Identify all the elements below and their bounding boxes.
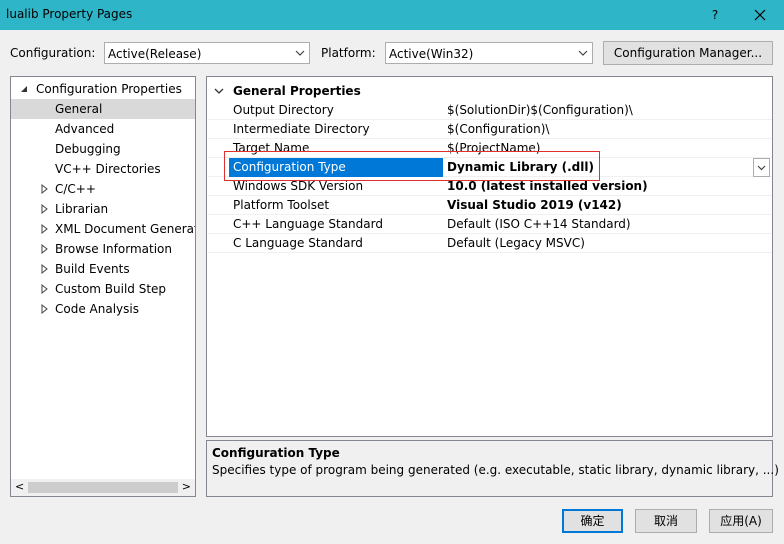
property-name: Output Directory: [233, 103, 334, 117]
collapsed-triangle-icon[interactable]: [39, 184, 49, 194]
tree-item[interactable]: C/C++: [11, 179, 195, 199]
tree-item[interactable]: Code Analysis: [11, 299, 195, 319]
cancel-button[interactable]: 取消: [635, 509, 697, 533]
chevron-down-icon: [295, 50, 305, 56]
tree-root-label: Configuration Properties: [36, 82, 182, 96]
tree-item-label: Librarian: [55, 202, 109, 216]
tree-root-configuration-properties[interactable]: Configuration Properties: [11, 79, 195, 99]
tree-item-label: XML Document Generat: [55, 222, 196, 236]
description-title: Configuration Type: [212, 446, 340, 460]
tree-item-label: Custom Build Step: [55, 282, 167, 296]
property-value: $(Configuration)\: [447, 122, 550, 136]
property-value[interactable]: Dynamic Library (.dll): [447, 160, 594, 174]
platform-combo[interactable]: Active(Win32): [385, 42, 593, 64]
chevron-down-icon: [578, 50, 588, 56]
property-name: Windows SDK Version: [233, 179, 364, 193]
section-general-properties[interactable]: General Properties: [208, 81, 772, 101]
tree-item-label: Browse Information: [55, 242, 172, 256]
tree-item-label: VC++ Directories: [55, 162, 161, 176]
property-row[interactable]: Windows SDK Version 10.0 (latest installe…: [208, 177, 772, 196]
collapsed-triangle-icon[interactable]: [39, 224, 49, 234]
configuration-manager-button[interactable]: Configuration Manager...: [603, 41, 773, 65]
tree-item-label: Advanced: [55, 122, 115, 136]
property-value: Default (Legacy MSVC): [447, 236, 585, 250]
property-row[interactable]: Intermediate Directory $(Configuration)\: [208, 120, 772, 139]
tree-item-label: Build Events: [55, 262, 130, 276]
description-panel: Configuration Type Specifies type of pro…: [206, 440, 779, 497]
property-row[interactable]: Target Name $(ProjectName): [208, 139, 772, 158]
property-grid[interactable]: General Properties Output Directory $(Sol…: [206, 76, 773, 437]
tree-item-label: Debugging: [55, 142, 121, 156]
apply-button[interactable]: 应用(A): [709, 509, 773, 533]
title-bar: lualib Property Pages ?: [0, 0, 784, 30]
property-value: $(SolutionDir)$(Configuration)\: [447, 103, 633, 117]
collapsed-triangle-icon[interactable]: [39, 204, 49, 214]
property-row[interactable]: C++ Language Standard Default (ISO C++14 …: [208, 215, 772, 234]
tree-item[interactable]: Build Events: [11, 259, 195, 279]
close-button[interactable]: [740, 0, 780, 30]
platform-label: Platform:: [321, 46, 376, 60]
tree-item[interactable]: Browse Information: [11, 239, 195, 259]
tree-item-label: Code Analysis: [55, 302, 139, 316]
property-name: C Language Standard: [233, 236, 363, 250]
property-name: C++ Language Standard: [233, 217, 383, 231]
configuration-value: Active(Release): [108, 47, 202, 61]
collapsed-triangle-icon[interactable]: [39, 264, 49, 274]
tree-item[interactable]: Advanced: [11, 119, 195, 139]
value-dropdown-button[interactable]: [753, 158, 770, 177]
expanded-triangle-icon: [21, 86, 27, 92]
property-value: 10.0 (latest installed version): [447, 179, 648, 193]
property-tree[interactable]: Configuration Properties General Advanced…: [10, 76, 196, 497]
collapsed-triangle-icon[interactable]: [39, 284, 49, 294]
scroll-left-arrow[interactable]: <: [15, 480, 24, 493]
property-value: Default (ISO C++14 Standard): [447, 217, 631, 231]
tree-horizontal-scrollbar[interactable]: < >: [11, 479, 195, 496]
tree-item-label: General: [55, 102, 103, 116]
property-row[interactable]: C Language Standard Default (Legacy MSVC): [208, 234, 772, 253]
scroll-right-arrow[interactable]: >: [182, 480, 191, 493]
chevron-down-icon: [214, 88, 224, 94]
property-row[interactable]: Output Directory $(SolutionDir)$(Configur…: [208, 101, 772, 120]
property-name: Intermediate Directory: [233, 122, 370, 136]
property-name: Configuration Type: [233, 160, 346, 174]
tree-item[interactable]: Custom Build Step: [11, 279, 195, 299]
section-label: General Properties: [233, 84, 361, 98]
configuration-combo[interactable]: Active(Release): [104, 42, 310, 64]
ok-button[interactable]: 确定: [562, 509, 623, 533]
window-title: lualib Property Pages: [6, 7, 133, 21]
collapsed-triangle-icon[interactable]: [39, 244, 49, 254]
property-value: Visual Studio 2019 (v142): [447, 198, 622, 212]
description-text: Specifies type of program being generate…: [212, 463, 779, 477]
platform-value: Active(Win32): [389, 47, 474, 61]
property-name: Platform Toolset: [233, 198, 330, 212]
collapsed-triangle-icon[interactable]: [39, 304, 49, 314]
chevron-down-icon: [757, 165, 766, 171]
help-button[interactable]: ?: [695, 0, 735, 30]
property-name: Target Name: [233, 141, 310, 155]
configuration-label: Configuration:: [10, 46, 96, 60]
scroll-thumb[interactable]: [28, 482, 178, 493]
property-value: $(ProjectName): [447, 141, 541, 155]
close-icon: [754, 9, 766, 21]
tree-item[interactable]: General: [11, 99, 195, 119]
property-row[interactable]: Configuration Type Dynamic Library (.dll): [208, 158, 772, 177]
property-row[interactable]: Platform Toolset Visual Studio 2019 (v142…: [208, 196, 772, 215]
tree-item[interactable]: Debugging: [11, 139, 195, 159]
tree-item-label: C/C++: [55, 182, 96, 196]
tree-item[interactable]: XML Document Generat: [11, 219, 195, 239]
tree-item[interactable]: VC++ Directories: [11, 159, 195, 179]
tree-item[interactable]: Librarian: [11, 199, 195, 219]
